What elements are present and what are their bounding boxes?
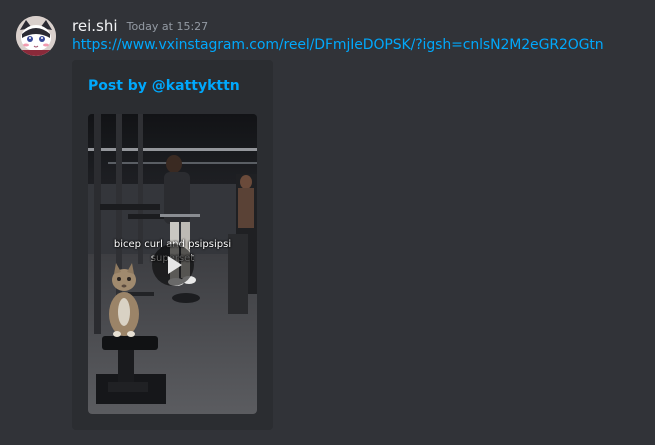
chat-message: rei.shi Today at 15:27 https://www.vxins… [0, 0, 655, 445]
user-avatar[interactable] [16, 16, 56, 56]
link-embed: Post by @kattykttn bicep curl psipsipsi [72, 60, 273, 430]
message-header: rei.shi Today at 15:27 [72, 16, 208, 36]
username[interactable]: rei.shi [72, 17, 118, 35]
avatar-image [16, 16, 56, 56]
play-button[interactable] [152, 244, 194, 286]
play-icon [168, 256, 182, 274]
embed-video[interactable]: bicep curl and psipsipsi superset [88, 114, 257, 414]
message-link[interactable]: https://www.vxinstagram.com/reel/DFmjIeD… [72, 37, 604, 53]
embed-title[interactable]: Post by @kattykttn [88, 78, 240, 94]
message-timestamp: Today at 15:27 [126, 20, 209, 33]
